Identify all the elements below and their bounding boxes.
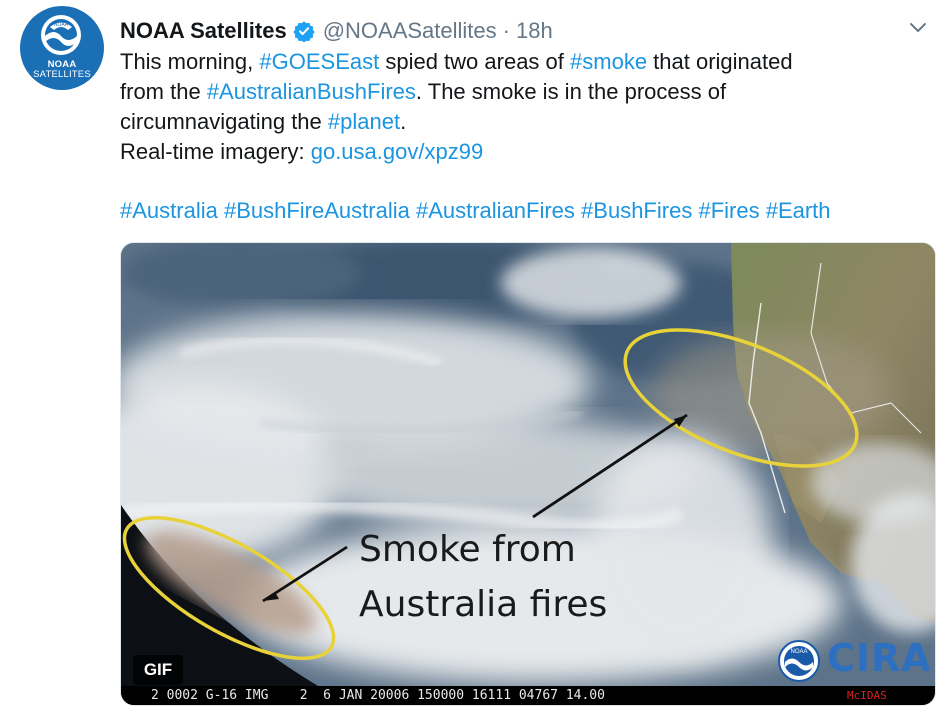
avatar-line2: SATELLITES <box>33 69 91 80</box>
gif-badge: GIF <box>133 655 183 685</box>
hashtag-australianfires[interactable]: #AustralianFires <box>416 198 575 223</box>
display-name[interactable]: NOAA Satellites <box>120 18 287 44</box>
avatar[interactable]: NOAA NOAA SATELLITES <box>20 6 104 90</box>
handle[interactable]: @NOAASatellites <box>323 18 497 44</box>
text-segment: circumnavigating the <box>120 109 328 134</box>
text-segment: Real-time imagery: <box>120 139 311 164</box>
hashtag-bushfires[interactable]: #BushFires <box>581 198 692 223</box>
verified-badge-icon <box>293 21 315 42</box>
hashtag-fires[interactable]: #Fires <box>698 198 759 223</box>
hashtag-australia[interactable]: #Australia <box>120 198 218 223</box>
annotation-line1: Smoke from <box>359 529 576 570</box>
text-segment: . <box>400 109 407 134</box>
seal-text: NOAA <box>54 22 69 28</box>
hashtag-goeseast[interactable]: #GOESEast <box>259 49 379 74</box>
status-bar-text: 2 0002 G-16 IMG 2 6 JAN 20006 150000 161… <box>151 688 605 703</box>
text-segment: . The smoke is in the process of <box>415 79 727 104</box>
imagery-link[interactable]: go.usa.gov/xpz99 <box>311 139 483 164</box>
text-segment: This morning, <box>120 49 260 74</box>
hashtag-planet[interactable]: #planet <box>328 109 400 134</box>
hashtag-bushfireaustralia[interactable]: #BushFireAustralia <box>224 198 410 223</box>
tweet-text: This morning, #GOESEast spied two areas … <box>120 47 940 167</box>
tweet-line-4: Real-time imagery: go.usa.gov/xpz99 <box>120 137 940 167</box>
satellite-gif[interactable]: Smoke from Australia fires NOAA CIRA GIF… <box>120 242 936 706</box>
noaa-logo: NOAA <box>41 15 81 55</box>
text-segment: that originated <box>647 49 793 74</box>
cira-wordmark: CIRA <box>827 636 932 680</box>
separator-dot: · <box>502 18 510 43</box>
timestamp[interactable]: 18h <box>516 18 553 44</box>
text-segment: spied two areas of <box>379 49 571 74</box>
chevron-down-icon[interactable] <box>908 18 928 38</box>
tweet-line-3: circumnavigating the #planet. <box>120 107 940 137</box>
tweet-line-2: from the #AustralianBushFires. The smoke… <box>120 77 940 107</box>
mcidas-label: McIDAS <box>847 689 887 702</box>
text-segment: from the <box>120 79 207 104</box>
satellite-image <box>121 243 935 705</box>
tweet-header: NOAA Satellites @NOAASatellites · 18h <box>120 14 553 48</box>
hashtag-earth[interactable]: #Earth <box>766 198 831 223</box>
mcidas-status-bar: 2 0002 G-16 IMG 2 6 JAN 20006 150000 161… <box>121 686 935 705</box>
hashtag-australianbushfires[interactable]: #AustralianBushFires <box>207 79 416 104</box>
hashtag-list: #Australia #BushFireAustralia #Australia… <box>120 196 950 226</box>
annotation-line2: Australia fires <box>359 584 608 625</box>
tweet-line-1: This morning, #GOESEast spied two areas … <box>120 47 940 77</box>
hashtag-smoke[interactable]: #smoke <box>570 49 647 74</box>
cira-seal-text: NOAA <box>790 649 807 655</box>
